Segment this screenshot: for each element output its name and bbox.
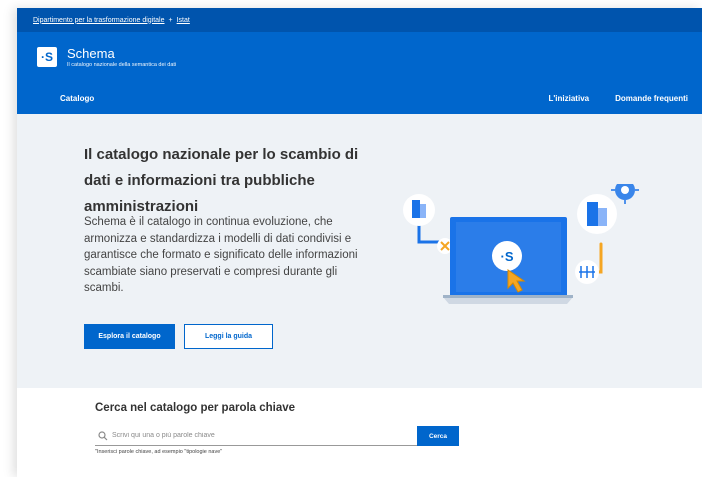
browser-page: Dipartimento per la trasformazione digit… bbox=[17, 8, 702, 477]
explore-catalog-button[interactable]: Esplora il catalogo bbox=[84, 324, 175, 349]
illustration-logo: ·S bbox=[501, 249, 514, 264]
search-title: Cerca nel catalogo per parola chiave bbox=[95, 402, 296, 414]
link-istat[interactable]: Istat bbox=[177, 17, 190, 24]
search-icon bbox=[98, 430, 108, 440]
search-input[interactable] bbox=[112, 432, 402, 439]
hero-title: Il catalogo nazionale per lo scambio di … bbox=[84, 146, 359, 215]
nav-right: L'iniziativa Domande frequenti bbox=[549, 94, 688, 103]
search-button[interactable]: Cerca bbox=[417, 426, 459, 446]
main-nav: Catalogo L'iniziativa Domande frequenti bbox=[17, 82, 702, 114]
brand-subtitle: Il catalogo nazionale della semantica de… bbox=[67, 61, 177, 68]
hero-section: Il catalogo nazionale per lo scambio di … bbox=[17, 114, 702, 388]
nav-domande-frequenti[interactable]: Domande frequenti bbox=[615, 94, 688, 103]
read-guide-button[interactable]: Leggi la guida bbox=[184, 324, 273, 349]
nav-iniziativa[interactable]: L'iniziativa bbox=[549, 94, 590, 103]
link-dipartimento[interactable]: Dipartimento per la trasformazione digit… bbox=[33, 17, 165, 24]
nav-catalogo[interactable]: Catalogo bbox=[60, 94, 94, 103]
hero-description: Schema è il catalogo in continua evoluzi… bbox=[84, 216, 358, 294]
search-section: Cerca nel catalogo per parola chiave Cer… bbox=[17, 388, 702, 477]
search-box bbox=[95, 426, 417, 446]
schema-logo-icon[interactable]: ·S bbox=[37, 47, 57, 67]
laptop-network-illustration-icon: ·S bbox=[403, 184, 639, 304]
slim-header: Dipartimento per la trasformazione digit… bbox=[17, 8, 702, 32]
brand-title: Schema bbox=[67, 45, 115, 61]
header-separator: + bbox=[168, 16, 173, 24]
search-row: Cerca bbox=[95, 426, 461, 446]
search-hint: "Inserisci parole chiave, ad esempio "ti… bbox=[95, 449, 223, 455]
brand[interactable]: Schema Il catalogo nazionale della seman… bbox=[67, 46, 176, 69]
center-header: ·S Schema Il catalogo nazionale della se… bbox=[17, 32, 702, 82]
